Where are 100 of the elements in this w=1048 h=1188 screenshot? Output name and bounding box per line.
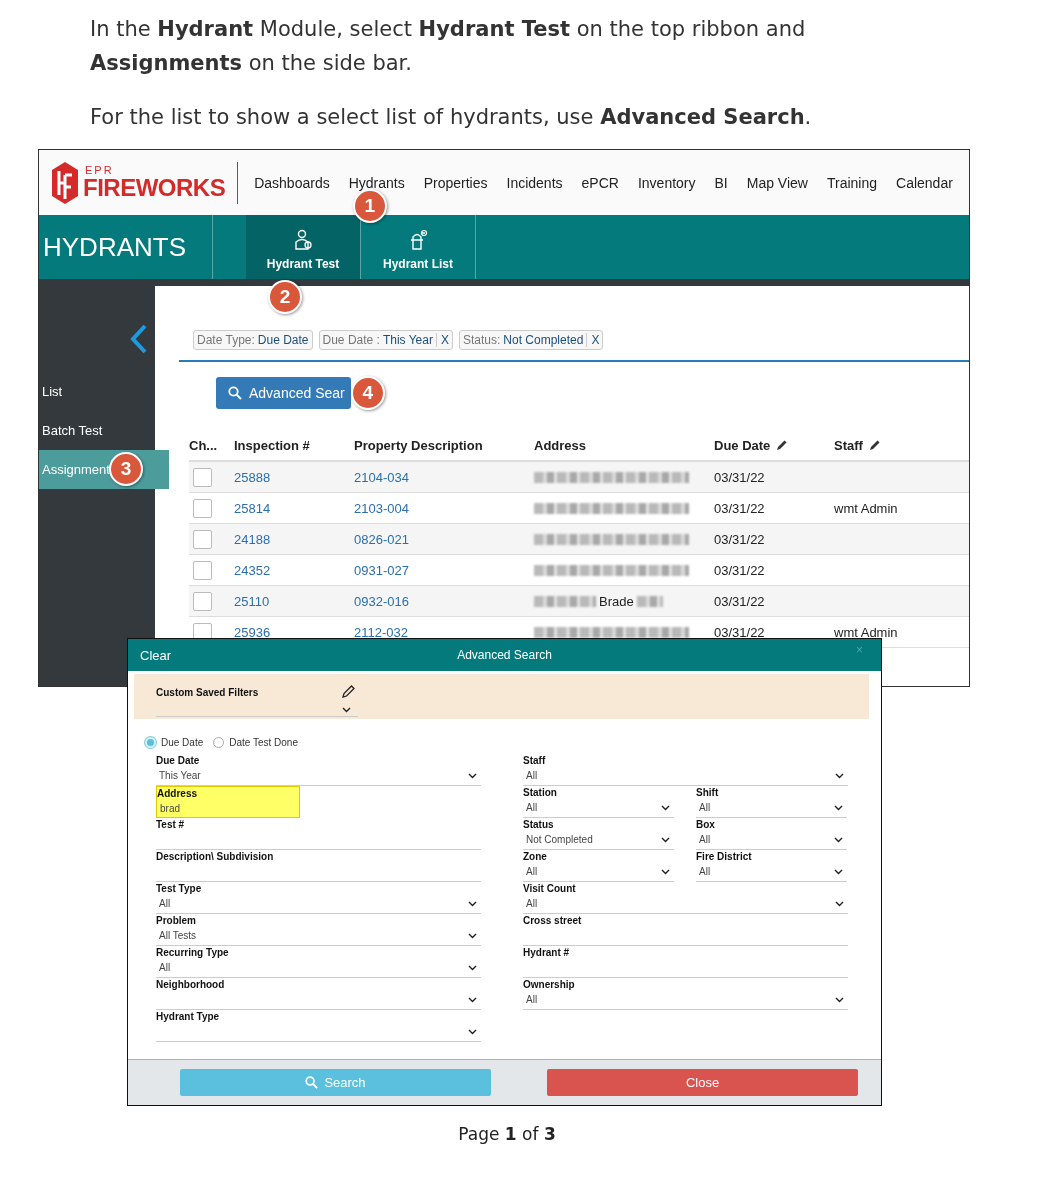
close-button[interactable]: Close: [547, 1069, 858, 1096]
form-field[interactable]: Box All: [696, 818, 847, 850]
pencil-icon[interactable]: [342, 684, 356, 698]
property-link[interactable]: 2104-034: [354, 469, 409, 485]
nav-link[interactable]: BI: [714, 174, 728, 191]
advanced-search-button[interactable]: Advanced Sear: [216, 377, 351, 409]
row-checkbox[interactable]: [193, 591, 212, 611]
highlighted-field[interactable]: Address brad: [156, 786, 300, 818]
field-value: All: [159, 898, 171, 909]
radio-option[interactable]: Due Date: [145, 737, 204, 748]
field-label: Problem: [156, 914, 197, 926]
nav-link[interactable]: Training: [826, 174, 878, 191]
row-checkbox[interactable]: [193, 529, 212, 549]
nav-link[interactable]: Dashboards: [254, 174, 330, 191]
chevron-down-icon: [342, 707, 351, 713]
instruction-text: In the Hydrant Module, select Hydrant Test on the top ribbon and Assignments on the side bar.: [90, 16, 807, 77]
nav-link[interactable]: Inventory: [637, 174, 696, 191]
page-number: Page 1 of 3: [457, 1124, 557, 1144]
hydrant-person-icon: [293, 228, 313, 251]
column-header: Inspection #: [234, 437, 310, 453]
chevron-down-icon: [834, 868, 843, 875]
sidebar-item[interactable]: Batch Test: [39, 411, 169, 450]
inspection-link[interactable]: 25936: [234, 624, 271, 640]
form-field[interactable]: Test Type All: [156, 882, 481, 914]
field-value: All: [526, 802, 538, 813]
field-label: Shift: [696, 786, 720, 798]
table-cell: 03/31/22: [714, 624, 765, 640]
field-label: Staff: [523, 754, 547, 766]
remove-filter-button[interactable]: X: [586, 333, 600, 347]
form-field[interactable]: Staff All: [523, 754, 848, 786]
form-field[interactable]: Visit Count All: [523, 882, 848, 914]
field-label: Neighborhood: [156, 978, 226, 990]
row-checkbox[interactable]: [193, 560, 212, 580]
ribbon-tab[interactable]: Hydrant Test: [246, 215, 361, 279]
field-value: All: [699, 802, 711, 813]
form-field[interactable]: Zone All: [523, 850, 674, 882]
form-field[interactable]: Status Not Completed: [523, 818, 674, 850]
form-field[interactable]: Hydrant Type: [156, 1010, 481, 1042]
property-link[interactable]: 0826-021: [354, 531, 409, 547]
form-field[interactable]: Station All: [523, 786, 674, 818]
nav-link[interactable]: Properties: [423, 174, 488, 191]
filter-key: Date Type:: [197, 333, 255, 347]
table-cell: 03/31/22: [714, 562, 765, 578]
saved-filters-select[interactable]: Custom Saved Filters: [156, 674, 358, 717]
radio-button[interactable]: [213, 737, 225, 748]
nav-link[interactable]: ePCR: [581, 174, 619, 191]
column-header: Ch...: [189, 437, 218, 453]
form-field[interactable]: Description\ Subdivision: [156, 850, 481, 882]
instruction-text: For the list to show a select list of hydrants, use Advanced Search.: [90, 104, 813, 131]
nav-link[interactable]: Hydrants: [348, 174, 405, 191]
filter-key: Status:: [462, 333, 501, 347]
blurred-text: [534, 595, 596, 607]
chevron-down-icon: [834, 804, 843, 811]
chevron-left-icon[interactable]: [129, 324, 149, 354]
clear-button[interactable]: Clear: [140, 647, 172, 663]
table-cell: 03/31/22: [714, 500, 765, 516]
nav-link[interactable]: Incidents: [506, 174, 563, 191]
form-field[interactable]: Ownership All: [523, 978, 848, 1010]
nav-link[interactable]: Calendar: [896, 174, 953, 191]
table-cell: 03/31/22: [714, 469, 765, 485]
inspection-link[interactable]: 25888: [234, 469, 271, 485]
field-value: This Year: [159, 770, 201, 781]
chevron-down-icon: [468, 964, 477, 971]
property-link[interactable]: 0931-027: [354, 562, 409, 578]
inspection-link[interactable]: 24352: [234, 562, 271, 578]
field-value: Not Completed: [526, 834, 593, 845]
form-field[interactable]: Fire District All: [696, 850, 847, 882]
sidebar-item[interactable]: List: [39, 372, 169, 411]
column-header: Staff: [834, 437, 863, 453]
field-value: All: [699, 866, 711, 877]
form-field[interactable]: Hydrant #: [523, 946, 848, 978]
field-label: Fire District: [696, 850, 753, 862]
chevron-down-icon: [468, 1028, 477, 1035]
table-cell: 03/31/22: [714, 593, 765, 609]
property-link[interactable]: 2103-004: [354, 500, 409, 516]
filter-value: This Year: [382, 333, 433, 347]
chevron-down-icon: [835, 772, 844, 779]
form-field[interactable]: Test #: [156, 818, 481, 850]
radio-option[interactable]: Date Test Done: [213, 737, 298, 748]
property-link[interactable]: 2112-032: [354, 624, 408, 640]
form-field[interactable]: Shift All: [696, 786, 847, 818]
form-field[interactable]: Cross street: [523, 914, 848, 946]
inspection-link[interactable]: 24188: [234, 531, 271, 547]
nav-link[interactable]: Map View: [746, 174, 808, 191]
inspection-link[interactable]: 25814: [234, 500, 271, 516]
column-header: Address: [534, 437, 587, 453]
form-field[interactable]: Neighborhood: [156, 978, 481, 1010]
inspection-link[interactable]: 25110: [234, 593, 270, 609]
form-field[interactable]: Problem All Tests: [156, 914, 481, 946]
remove-filter-button[interactable]: X: [435, 333, 449, 347]
blurred-text: [636, 595, 663, 607]
field-label: Status: [523, 818, 555, 830]
form-field[interactable]: Recurring Type All: [156, 946, 481, 978]
property-link[interactable]: 0932-016: [354, 593, 409, 609]
logo-icon: [51, 160, 79, 205]
row-checkbox[interactable]: [193, 498, 212, 518]
chevron-down-icon: [468, 932, 477, 939]
row-checkbox[interactable]: [193, 467, 212, 487]
field-value: All: [526, 994, 538, 1005]
field-value: brad: [160, 802, 180, 814]
